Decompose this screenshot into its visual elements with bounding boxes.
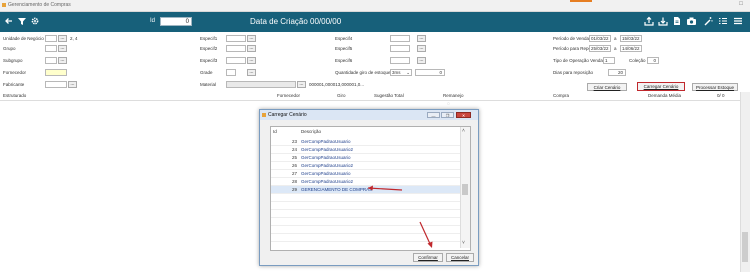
annotation-arrows	[367, 185, 433, 248]
arrow-head-row	[368, 185, 373, 191]
arrow-to-selected-row	[367, 187, 403, 191]
arrow-to-confirmar	[419, 221, 432, 247]
